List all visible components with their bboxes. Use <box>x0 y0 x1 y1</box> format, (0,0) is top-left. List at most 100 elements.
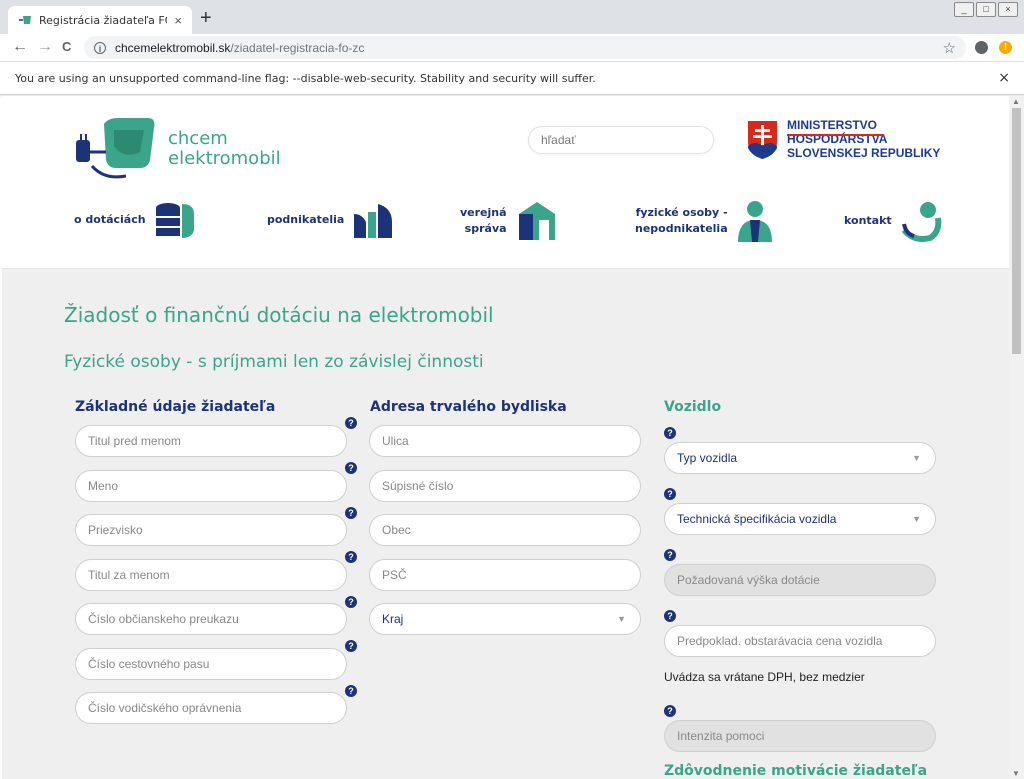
electromobile-logo-icon[interactable] <box>74 116 164 180</box>
minimize-button[interactable]: _ <box>954 2 974 17</box>
permanent-address-heading: Adresa trvalého bydliska <box>370 399 567 415</box>
region-select-value: Kraj <box>382 612 404 626</box>
maximize-button[interactable]: □ <box>976 2 996 17</box>
aid-intensity-field: Intenzita pomoci <box>664 720 936 752</box>
nav-item-dotacie[interactable]: o dotáciách <box>74 200 196 240</box>
page-title: Žiadosť o finančnú dotáciu na elektromob… <box>64 303 494 327</box>
browser-tab[interactable]: Registrácia žiadateľa FO-s príjma × <box>8 6 192 34</box>
help-icon[interactable]: ? <box>345 551 357 563</box>
help-icon[interactable]: ? <box>345 417 357 429</box>
house-number-input[interactable]: Súpisné číslo <box>369 470 641 502</box>
browser-tab-bar: Registrácia žiadateľa FO-s príjma × + _ … <box>0 0 1024 34</box>
logo-line-1: chcem <box>168 128 228 149</box>
back-button[interactable]: ← <box>12 39 28 55</box>
search-input[interactable]: hľadať <box>528 126 714 154</box>
applicant-basic-info-heading: Základné údaje žiadateľa <box>75 399 276 415</box>
logo-line-2: elektromobil <box>168 148 281 169</box>
nav-label: fyzické osoby - nepodnikatelia <box>635 205 728 237</box>
help-icon[interactable]: ? <box>664 610 676 622</box>
site-info-icon[interactable]: i <box>94 41 106 54</box>
help-icon[interactable]: ? <box>664 488 676 500</box>
nav-label-line1: verejná <box>460 206 507 219</box>
help-icon[interactable]: ? <box>345 640 357 652</box>
ministry-line-3: SLOVENSKEJ REPUBLIKY <box>787 146 941 160</box>
help-icon[interactable]: ? <box>664 427 676 439</box>
motivation-heading: Zdôvodnenie motivácie žiadateľa <box>664 763 928 779</box>
help-icon[interactable]: ? <box>664 549 676 561</box>
nav-label-line2: správa <box>464 222 507 235</box>
slovak-coat-of-arms-icon <box>748 121 777 159</box>
ministry-logo[interactable]: MINISTERSTVO HOSPODÁRSTVA SLOVENSKEJ REP… <box>747 118 947 168</box>
title-before-name-input[interactable]: Titul pred menom <box>75 425 347 457</box>
coins-icon <box>155 203 194 238</box>
postal-code-input[interactable]: PSČ <box>369 559 641 591</box>
warning-infobar: You are using an unsupported command-lin… <box>0 62 1024 95</box>
scrollbar-thumb[interactable] <box>1012 108 1021 354</box>
tech-spec-value: Technická špecifikácia vozidla <box>677 512 837 526</box>
nav-label-line1: fyzické osoby - <box>635 206 728 219</box>
municipality-input[interactable]: Obec <box>369 514 641 546</box>
site-header: chcem elektromobil hľadať MINISTERSTVO H… <box>2 96 1009 269</box>
vehicle-type-select[interactable]: Typ vozidla ▼ <box>664 442 936 474</box>
site-logo-text[interactable]: chcem elektromobil <box>168 129 281 169</box>
reload-button[interactable]: C <box>62 39 71 55</box>
address-bar-row: ← → C i chcemelektromobil.sk/ziadatel-re… <box>0 34 1024 62</box>
chevron-down-icon: ▼ <box>617 614 626 624</box>
tab-close-icon[interactable]: × <box>174 13 182 28</box>
url-domain: chcemelektromobil.sk <box>115 40 231 55</box>
business-chart-icon <box>354 204 393 238</box>
infobar-message: You are using an unsupported command-lin… <box>15 72 596 85</box>
passport-number-input[interactable]: Číslo cestovného pasu <box>75 648 347 680</box>
contact-headset-icon <box>901 202 941 242</box>
infobar-close-icon[interactable]: × <box>998 62 1010 95</box>
page-scrollbar[interactable]: ▲ ▼ <box>1009 96 1024 779</box>
vehicle-type-value: Typ vozidla <box>677 451 738 465</box>
chevron-down-icon: ▼ <box>912 514 921 524</box>
bookmark-star-icon[interactable]: ☆ <box>943 39 956 57</box>
street-input[interactable]: Ulica <box>369 425 641 457</box>
nav-label: podnikatelia <box>267 213 345 226</box>
url-path: /ziadatel-registracia-fo-zc <box>230 40 365 55</box>
title-after-name-input[interactable]: Titul za menom <box>75 559 347 591</box>
nav-item-fyzicke-osoby[interactable]: fyzické osoby - nepodnikatelia <box>635 200 774 242</box>
scroll-down-icon[interactable]: ▼ <box>1012 769 1020 778</box>
chevron-down-icon: ▼ <box>912 453 921 463</box>
region-select[interactable]: Kraj ▼ <box>369 603 641 635</box>
ministry-name: MINISTERSTVO HOSPODÁRSTVA SLOVENSKEJ REP… <box>787 118 940 160</box>
window-controls: _ □ × <box>954 2 1018 17</box>
web-page: chcem elektromobil hľadať MINISTERSTVO H… <box>2 96 1009 779</box>
account-icon[interactable] <box>975 41 988 54</box>
tech-spec-select[interactable]: Technická špecifikácia vozidla ▼ <box>664 503 936 535</box>
scroll-up-icon[interactable]: ▲ <box>1012 97 1020 106</box>
price-note: Uvádza sa vrátane DPH, bez medzier <box>664 670 865 684</box>
help-icon[interactable]: ? <box>345 462 357 474</box>
forward-button[interactable]: → <box>37 39 53 55</box>
driving-license-number-input[interactable]: Číslo vodičského oprávnenia <box>75 692 347 724</box>
url-field[interactable]: i chcemelektromobil.sk/ziadatel-registra… <box>84 36 966 59</box>
id-card-number-input[interactable]: Číslo občianskeho preukazu <box>75 603 347 635</box>
new-tab-button[interactable]: + <box>200 8 212 28</box>
help-icon[interactable]: ? <box>345 685 357 697</box>
vehicle-price-input[interactable]: Predpoklad. obstarávacia cena vozidla <box>664 625 936 657</box>
ministry-line-1: MINISTERSTVO <box>787 118 878 132</box>
public-building-icon <box>518 202 555 240</box>
help-icon[interactable]: ? <box>345 596 357 608</box>
nav-label: kontakt <box>844 214 892 227</box>
nav-item-podnikatelia[interactable]: podnikatelia <box>267 200 394 240</box>
help-icon[interactable]: ? <box>345 507 357 519</box>
help-icon[interactable]: ? <box>664 705 676 717</box>
site-favicon-icon <box>19 16 31 24</box>
nav-item-verejna-sprava[interactable]: verejná správa <box>460 200 557 242</box>
vehicle-heading: Vozidlo <box>664 399 722 415</box>
nav-label: o dotáciách <box>74 213 146 226</box>
ministry-divider <box>787 134 884 136</box>
person-icon <box>737 201 772 242</box>
surname-input[interactable]: Priezvisko <box>75 514 347 546</box>
nav-label: verejná správa <box>460 205 507 237</box>
nav-label-line2: nepodnikatelia <box>635 222 728 235</box>
tab-title: Registrácia žiadateľa FO-s príjma <box>39 13 167 27</box>
close-window-button[interactable]: × <box>998 2 1018 17</box>
update-alert-icon[interactable]: ! <box>999 41 1012 54</box>
nav-item-kontakt[interactable]: kontakt <box>844 200 942 242</box>
first-name-input[interactable]: Meno <box>75 470 347 502</box>
